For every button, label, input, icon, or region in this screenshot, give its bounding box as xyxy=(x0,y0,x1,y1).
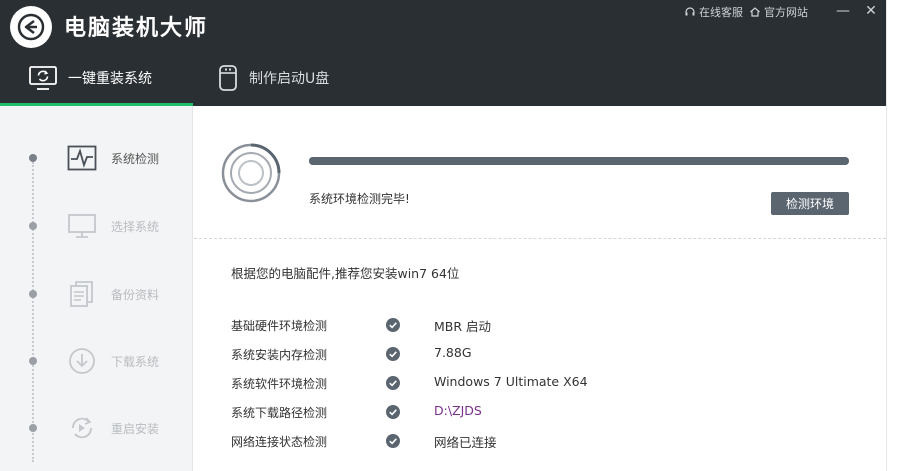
official-site-link[interactable]: 官方网站 xyxy=(749,4,808,20)
scan-progress-bar xyxy=(309,157,849,165)
title-bar: 电脑装机大师 在线客服 官方网站 — ✕ 一键重装系统 制作启动U盘 xyxy=(0,0,886,106)
check-circle-icon xyxy=(386,405,400,419)
pulse-icon xyxy=(66,142,98,174)
home-icon xyxy=(750,7,760,17)
step-label: 重启安装 xyxy=(111,421,160,436)
step-restart-install[interactable]: 重启安装 xyxy=(0,408,193,448)
section-divider xyxy=(194,238,886,239)
tab-one-click-reinstall-label: 一键重装系统 xyxy=(68,71,152,87)
app-title: 电脑装机大师 xyxy=(64,15,209,41)
check-circle-icon xyxy=(386,434,400,448)
step-choose-system[interactable]: 选择系统 xyxy=(0,206,193,246)
tab-one-click-reinstall[interactable]: 一键重装系统 xyxy=(0,50,193,106)
check-label: 系统下载路径检测 xyxy=(231,406,328,420)
close-button[interactable]: ✕ xyxy=(862,2,880,20)
check-value: 7.88G xyxy=(434,345,472,360)
back-arrow-icon xyxy=(17,13,45,41)
window-edge xyxy=(886,0,909,471)
monitor-refresh-icon xyxy=(29,66,57,90)
check-circle-icon xyxy=(386,318,400,332)
check-row-hardware: 基础硬件环境检测 MBR 启动 xyxy=(231,313,831,342)
main-panel: 系统环境检测完毕! 检测环境 根据您的电脑配件,推荐您安装win7 64位 基础… xyxy=(194,106,886,471)
check-list: 基础硬件环境检测 MBR 启动 系统安装内存检测 7.88G 系统软件环境检测 … xyxy=(231,313,831,458)
steps-sidebar: 系统检测 选择系统 备份资料 下载系统 重启安装 xyxy=(0,106,193,471)
scan-progress-fill xyxy=(309,157,849,165)
official-site-label: 官方网站 xyxy=(764,6,808,19)
step-dot xyxy=(29,290,37,298)
online-support-link[interactable]: 在线客服 xyxy=(684,4,743,20)
recommendation-text: 根据您的电脑配件,推荐您安装win7 64位 xyxy=(231,266,460,281)
download-path-link[interactable]: D:\ZJDS xyxy=(434,403,482,418)
tab-make-usb[interactable]: 制作启动U盘 xyxy=(193,50,347,106)
check-value: 网络已连接 xyxy=(434,435,497,450)
check-label: 网络连接状态检测 xyxy=(231,435,328,449)
step-dot xyxy=(29,357,37,365)
scan-status-text: 系统环境检测完毕! xyxy=(309,192,410,206)
check-circle-icon xyxy=(386,376,400,390)
step-label: 备份资料 xyxy=(111,287,160,302)
online-support-label: 在线客服 xyxy=(699,6,743,19)
minimize-button[interactable]: — xyxy=(834,2,852,20)
scan-radar-icon xyxy=(221,143,281,203)
step-label: 系统检测 xyxy=(111,151,160,166)
step-label: 选择系统 xyxy=(111,219,160,234)
main-tabs: 一键重装系统 制作启动U盘 xyxy=(0,50,347,106)
check-environment-button[interactable]: 检测环境 xyxy=(771,192,849,215)
usb-drive-icon xyxy=(219,65,237,91)
check-circle-icon xyxy=(386,347,400,361)
download-icon xyxy=(66,345,98,377)
check-label: 系统安装内存检测 xyxy=(231,348,328,362)
step-backup[interactable]: 备份资料 xyxy=(0,274,193,314)
restart-icon xyxy=(66,412,98,444)
headset-icon xyxy=(685,7,695,16)
top-links: 在线客服 官方网站 xyxy=(684,4,808,20)
tab-make-usb-label: 制作启动U盘 xyxy=(249,71,330,87)
app-logo xyxy=(10,6,52,48)
check-value: Windows 7 Ultimate X64 xyxy=(434,374,588,389)
check-row-network: 网络连接状态检测 网络已连接 xyxy=(231,429,831,458)
check-label: 基础硬件环境检测 xyxy=(231,319,328,333)
step-dot xyxy=(29,424,37,432)
step-label: 下载系统 xyxy=(111,354,160,369)
step-system-check[interactable]: 系统检测 xyxy=(0,138,193,178)
check-row-memory: 系统安装内存检测 7.88G xyxy=(231,342,831,371)
check-label: 系统软件环境检测 xyxy=(231,377,328,391)
step-dot xyxy=(29,222,37,230)
step-dot xyxy=(29,154,37,162)
check-row-download-path: 系统下载路径检测 D:\ZJDS xyxy=(231,400,831,429)
monitor-icon xyxy=(66,210,98,242)
step-download[interactable]: 下载系统 xyxy=(0,341,193,381)
check-row-software: 系统软件环境检测 Windows 7 Ultimate X64 xyxy=(231,371,831,400)
documents-icon xyxy=(66,278,98,310)
check-value: MBR 启动 xyxy=(434,319,492,334)
